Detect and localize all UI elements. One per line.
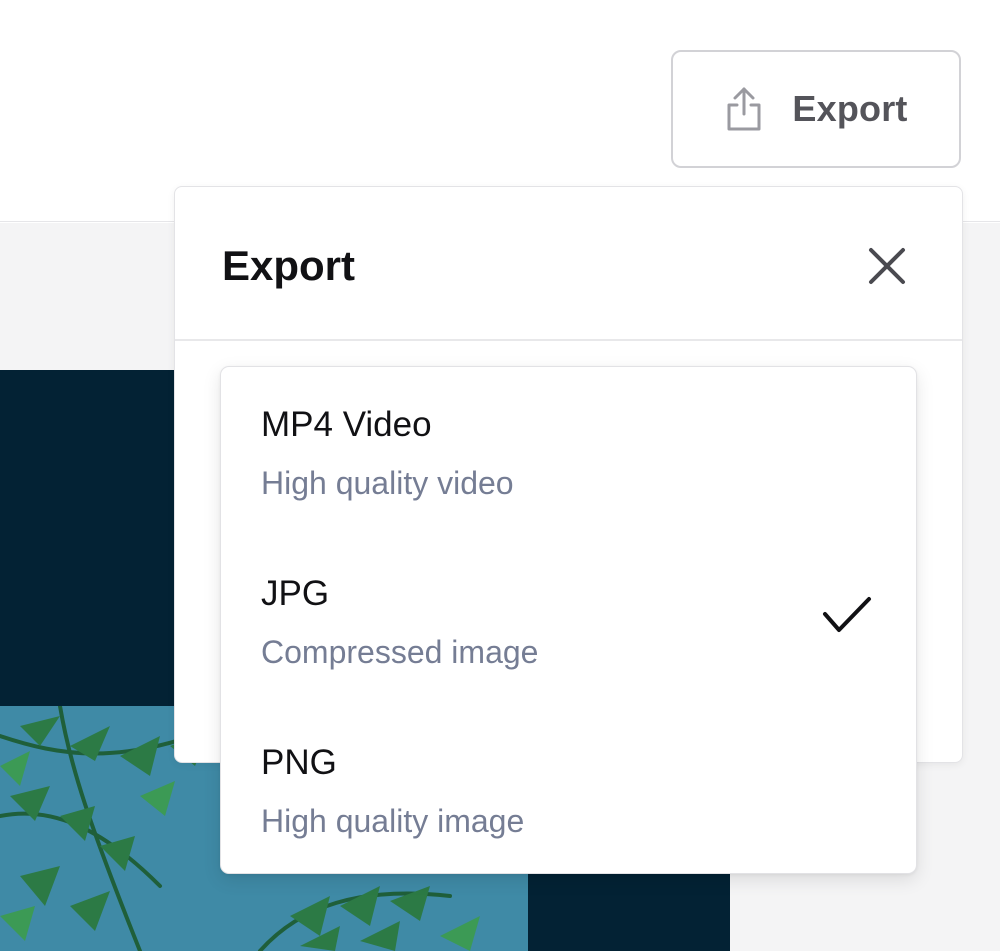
option-mp4-video[interactable]: MP4 Video High quality video bbox=[221, 367, 916, 536]
option-title: MP4 Video bbox=[261, 405, 432, 444]
option-png[interactable]: PNG High quality image bbox=[221, 705, 916, 874]
export-panel-header: Export bbox=[175, 187, 962, 341]
checkmark-icon bbox=[821, 594, 873, 636]
option-description: High quality video bbox=[261, 465, 514, 501]
export-panel-title: Export bbox=[222, 242, 356, 289]
option-title: PNG bbox=[261, 743, 337, 782]
share-upload-icon bbox=[727, 87, 761, 131]
close-button[interactable] bbox=[863, 242, 911, 290]
option-description: High quality image bbox=[261, 803, 525, 839]
option-title: JPG bbox=[261, 574, 330, 613]
option-jpg[interactable]: JPG Compressed image bbox=[221, 536, 916, 705]
export-button-label: Export bbox=[792, 88, 908, 129]
export-format-dropdown: MP4 Video High quality video JPG Compres… bbox=[220, 366, 917, 874]
export-button[interactable]: Export bbox=[671, 50, 961, 168]
option-description: Compressed image bbox=[261, 634, 539, 670]
close-icon bbox=[869, 248, 905, 284]
